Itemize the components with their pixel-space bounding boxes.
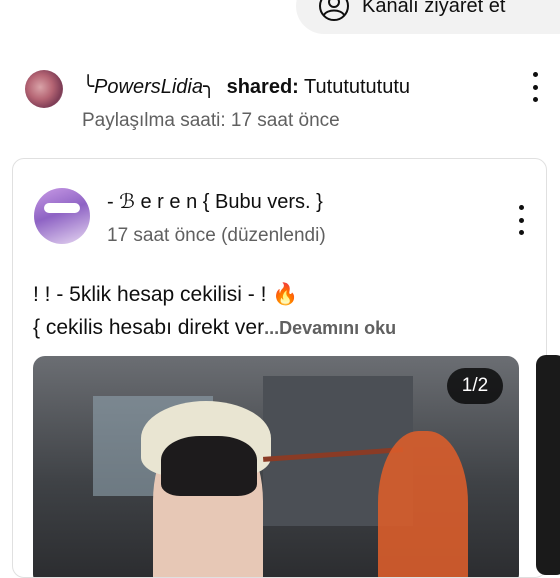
more-vert-icon	[532, 72, 538, 77]
avatar-glasses	[44, 203, 80, 213]
post-text-line1: ! ! - 5klik hesap cekilisi - ! 🔥	[33, 283, 299, 306]
shared-title: Tutututututu	[304, 76, 411, 98]
shared-label: shared:	[226, 76, 299, 98]
account-icon	[319, 0, 349, 21]
sharer-username[interactable]: ╰PowersLidia╮	[82, 76, 215, 98]
shared-time: Paylaşılma saati: 17 saat önce	[82, 110, 340, 131]
share-header: ╰PowersLidia╮ shared: Tutututututu Payla…	[0, 62, 560, 142]
noodles	[378, 431, 468, 577]
post-menu-button[interactable]	[518, 205, 524, 235]
post-time: 17 saat önce (düzenlendi)	[107, 225, 326, 246]
share-menu-button[interactable]	[532, 72, 538, 102]
post-author-avatar[interactable]	[34, 188, 90, 244]
post-author[interactable]: - ℬ e r e n { Bubu vers. }	[107, 189, 323, 214]
visit-channel-label: Kanalı ziyaret et	[362, 0, 506, 17]
person-hair	[161, 436, 257, 496]
image-counter-badge: 1/2	[447, 368, 503, 404]
more-vert-icon	[518, 205, 524, 210]
sharer-avatar[interactable]	[25, 70, 63, 108]
next-image-peek[interactable]	[536, 355, 560, 575]
share-line: ╰PowersLidia╮ shared: Tutututututu	[82, 74, 410, 99]
post-text-truncated: { cekilis hesabı direkt ver	[33, 316, 265, 339]
visit-channel-button[interactable]: Kanalı ziyaret et	[296, 0, 560, 34]
post-text-line2: { cekilis hesabı direkt ver...Devamını o…	[33, 316, 396, 340]
read-more-link[interactable]: ...Devamını oku	[264, 318, 396, 338]
post-card: - ℬ e r e n { Bubu vers. } 17 saat önce …	[12, 158, 547, 578]
post-image[interactable]: 1/2	[33, 356, 519, 577]
